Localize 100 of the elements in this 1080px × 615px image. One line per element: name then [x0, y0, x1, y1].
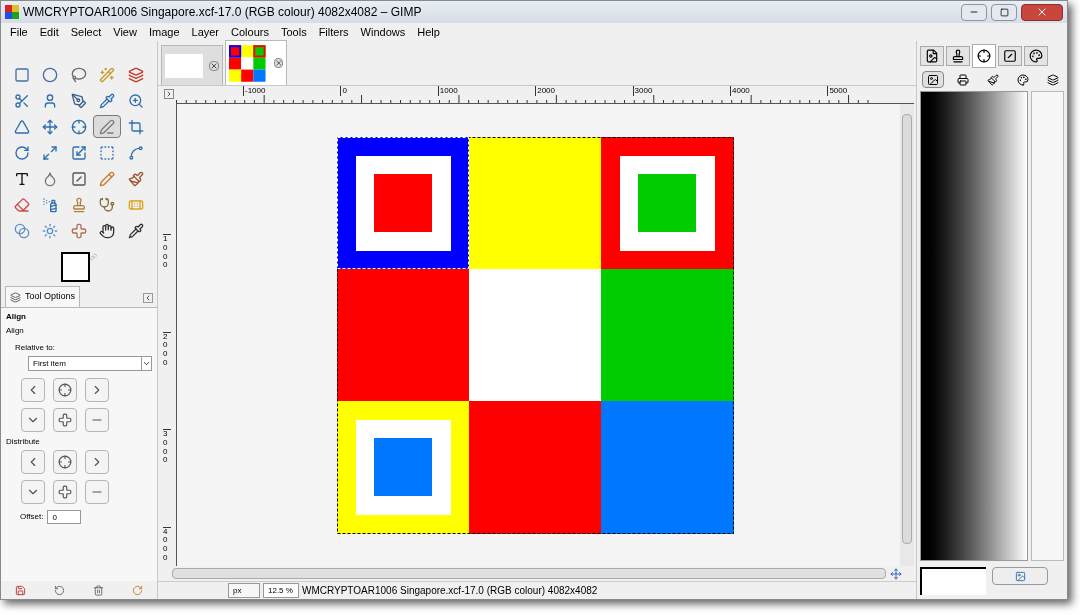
images-icon [925, 49, 939, 63]
panel-title: Align [6, 311, 27, 323]
menu-item[interactable]: View [108, 23, 142, 41]
dock-button[interactable] [922, 71, 944, 88]
wand-icon [99, 66, 116, 83]
dock-tab[interactable] [998, 46, 1022, 66]
ruler-label: 3000 [163, 429, 171, 466]
ruler-label: 2000 [535, 86, 555, 96]
section-label: Align [6, 325, 25, 337]
pipette-icon [99, 92, 116, 109]
navigate-icon[interactable] [890, 567, 902, 580]
zoom-icon [127, 92, 144, 109]
thumbnail-icon [165, 53, 203, 78]
align-button[interactable] [53, 450, 77, 474]
airbrush-icon [42, 196, 59, 213]
dock-tab[interactable] [920, 46, 944, 66]
maximize-icon [999, 7, 1009, 17]
menu-item[interactable]: Layer [186, 23, 225, 41]
menu-item[interactable]: Select [65, 23, 107, 41]
brush-icon [127, 170, 144, 187]
align-button[interactable] [21, 378, 45, 402]
status-text: WMCRYPTOAR1006 Singapore.xcf-17.0 (RGB colour) 4082x4082 [302, 584, 598, 598]
unit-dropdown[interactable]: px [228, 583, 260, 598]
palette-icon [1029, 49, 1043, 63]
ruler-label: 2000 [163, 331, 171, 368]
close-button[interactable] [1021, 3, 1063, 21]
minimize-button[interactable] [961, 3, 987, 21]
color-wheel-icon [1017, 73, 1029, 86]
close-tab-icon[interactable] [209, 60, 219, 71]
ruler-label: 4000 [730, 86, 750, 96]
restore-icon[interactable] [54, 584, 65, 596]
close-icon [1036, 6, 1048, 18]
dock-tab[interactable] [972, 44, 996, 68]
lasso-icon [70, 66, 87, 83]
text-icon [14, 170, 30, 187]
color-swatch[interactable] [61, 252, 91, 282]
navigate-menu-icon[interactable] [164, 89, 174, 99]
relative-label: Relative to: [14, 342, 57, 354]
dock-tab[interactable] [946, 46, 970, 66]
dock-tab[interactable] [1024, 46, 1048, 66]
delete-icon[interactable] [93, 584, 104, 596]
pencil-icon [99, 170, 116, 187]
ruler-label: 0 [340, 86, 347, 96]
ruler-label: 4000 [163, 526, 171, 563]
image-icon [927, 73, 939, 86]
align-button[interactable] [53, 408, 77, 432]
triangle-icon [14, 118, 30, 135]
align-button[interactable] [85, 450, 109, 474]
align-button[interactable] [53, 480, 77, 504]
horizontal-scrollbar[interactable] [172, 568, 886, 579]
menu-item[interactable]: File [5, 23, 33, 41]
edit-button[interactable] [992, 567, 1048, 585]
menu-item[interactable]: Filters [313, 23, 354, 41]
offset-label: Offset: [20, 511, 44, 523]
layers-icon [127, 66, 144, 83]
relative-dropdown[interactable]: First item [28, 356, 152, 371]
rotate-icon [14, 144, 30, 161]
align-button[interactable] [53, 378, 77, 402]
menu-item[interactable]: Windows [355, 23, 411, 41]
zoom-dropdown[interactable]: 12.5 % [263, 583, 299, 598]
reset-icon[interactable] [132, 584, 143, 596]
distribute-label: Distribute [6, 436, 41, 448]
crop-icon [127, 118, 144, 135]
ruler-label: 3000 [632, 86, 653, 96]
tool-options-tab[interactable]: Tool Options [5, 286, 81, 307]
align-button[interactable] [21, 450, 45, 474]
dropdown-arrow-icon [141, 357, 151, 370]
menu-item[interactable]: Edit [34, 23, 64, 41]
rectangle-select-icon [14, 66, 30, 83]
scale-icon [42, 144, 59, 161]
thumbnail-icon [229, 43, 266, 83]
printer-icon [957, 73, 969, 86]
stamp-icon [70, 196, 87, 213]
scissors-icon [14, 92, 30, 109]
app-logo-icon [5, 5, 19, 19]
vertical-scrollbar[interactable] [900, 104, 914, 566]
align-button[interactable] [21, 480, 45, 504]
menu-item[interactable]: Help [412, 23, 445, 41]
hand-icon [99, 222, 116, 239]
ellipse-select-icon [42, 66, 59, 83]
align-button[interactable] [85, 378, 109, 402]
close-tab-icon[interactable] [273, 58, 283, 68]
save-icon[interactable] [15, 584, 26, 596]
align-button[interactable] [21, 408, 45, 432]
menu-item[interactable]: Colours [226, 23, 274, 41]
path-icon [127, 144, 144, 161]
move-icon [42, 118, 59, 135]
pen-icon [70, 92, 87, 109]
ruler-label: 1000 [437, 86, 458, 96]
eraser-icon [14, 196, 30, 213]
brush-icon [987, 73, 999, 86]
ruler-label: 1000 [163, 234, 171, 271]
menu-item[interactable]: Image [143, 23, 185, 41]
offset-field[interactable]: 0 [47, 510, 82, 524]
maximize-button[interactable] [991, 3, 1017, 21]
ruler-label: -1000 [243, 86, 266, 96]
menu-item[interactable]: Tools [275, 23, 312, 41]
image-tab[interactable] [225, 40, 287, 85]
panel-menu-icon[interactable] [143, 293, 153, 303]
color-preview [920, 567, 986, 595]
